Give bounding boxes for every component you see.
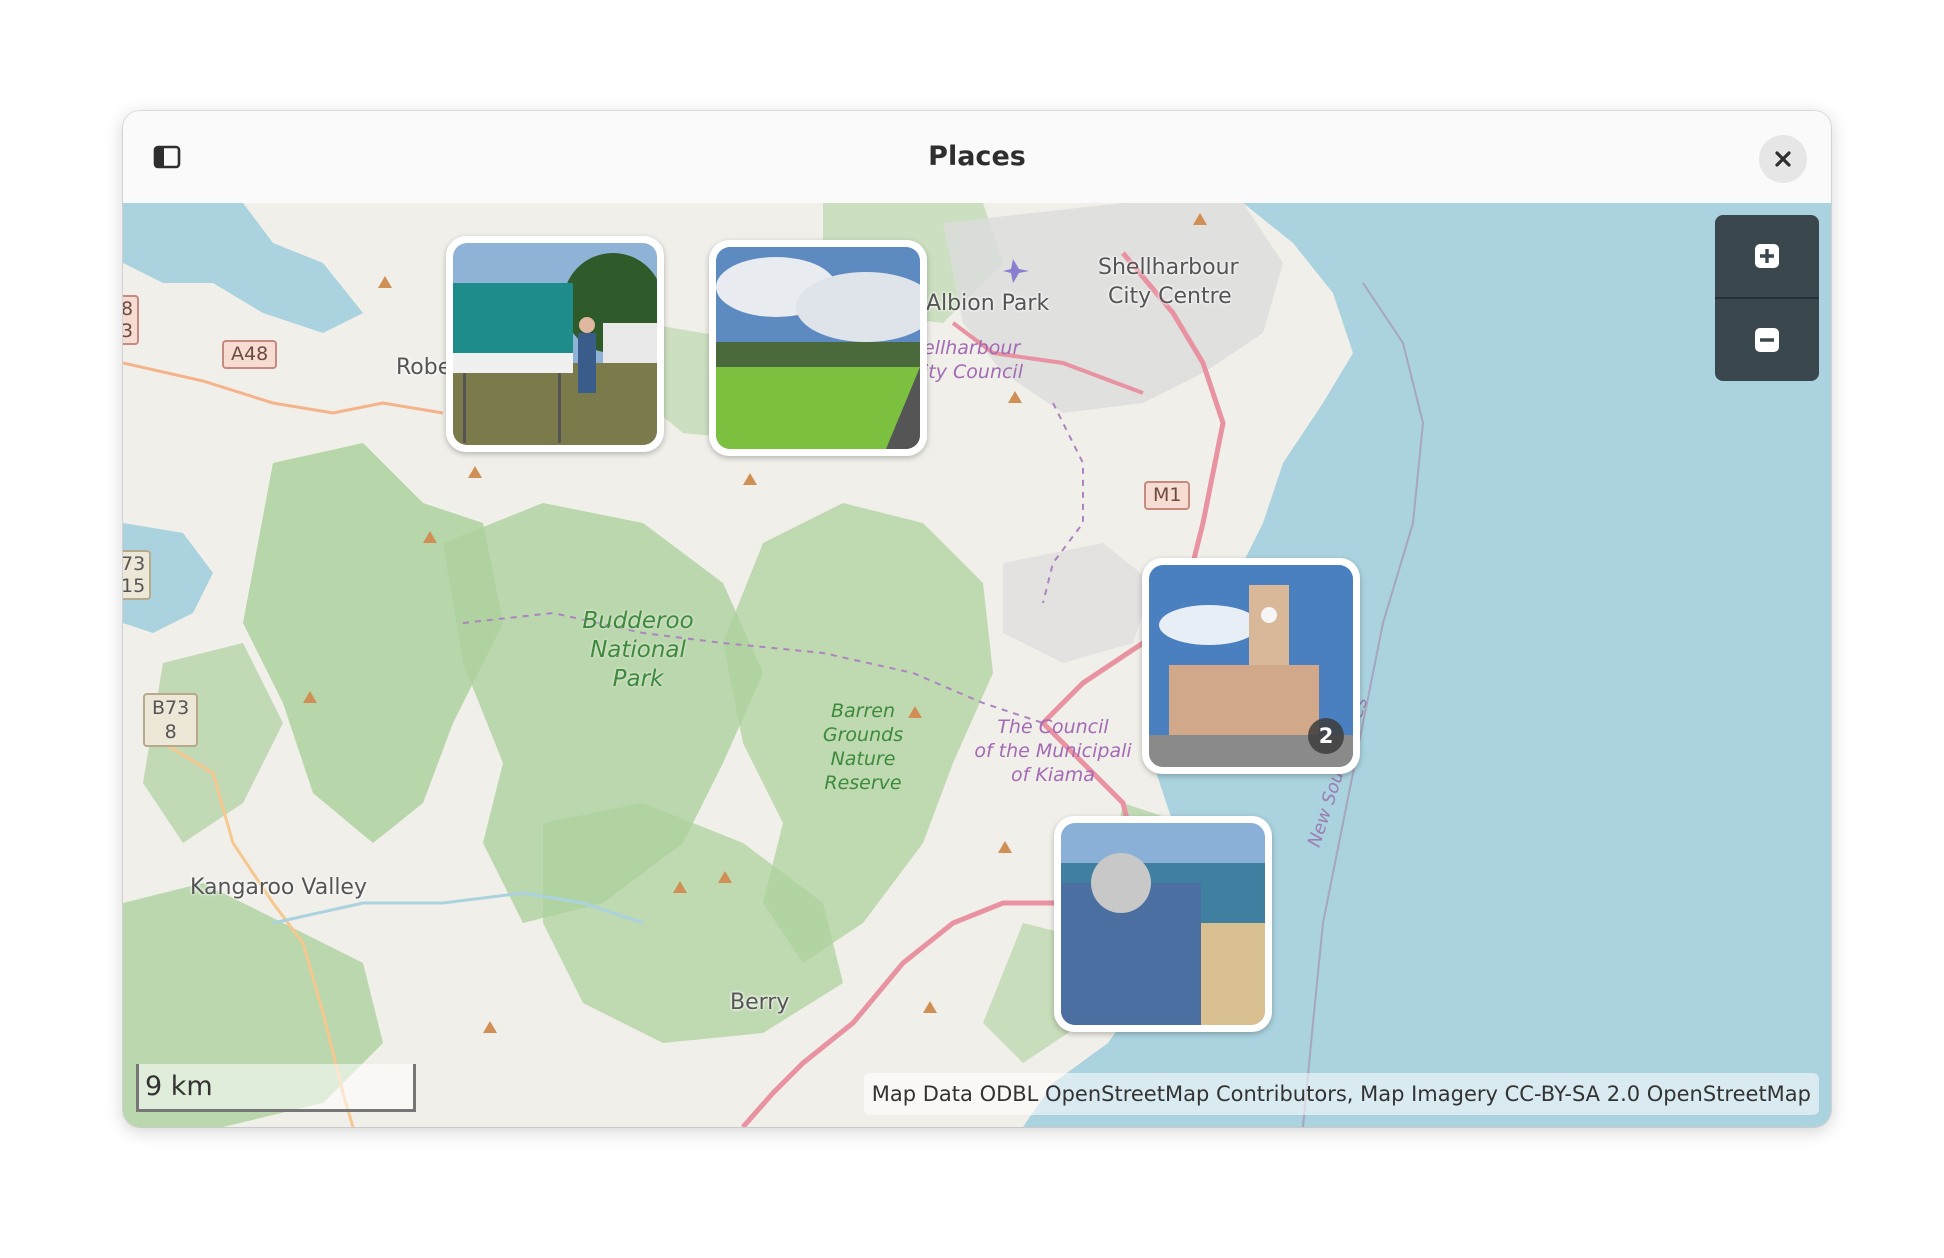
map-attribution: Map Data ODBL OpenStreetMap Contributors… <box>863 1073 1819 1115</box>
road-b73-sub: 8 <box>164 721 177 743</box>
zoom-out-button[interactable] <box>1715 299 1819 381</box>
road-left-top-1: 8 <box>123 298 134 320</box>
map-label-shellharbour-1: Shellharbour <box>1098 255 1239 280</box>
photo-marker-beach-binoculars[interactable] <box>1054 816 1272 1032</box>
zoom-in-button[interactable] <box>1715 215 1819 297</box>
map-scale: 9 km <box>136 1064 416 1112</box>
road-b73-label: B73 <box>152 697 190 719</box>
road-shield-left-mid: 73 15 <box>123 550 152 600</box>
photo-marker-southern-highlands[interactable] <box>446 236 664 452</box>
budderoo-line-3: Park <box>612 666 664 692</box>
kiama-line-2: of the Municipali <box>974 740 1132 762</box>
close-icon <box>1775 151 1791 167</box>
map-label-berry: Berry <box>730 990 790 1015</box>
road-left-top-2: 3 <box>123 320 134 342</box>
cluster-count-badge: 2 <box>1308 718 1344 754</box>
map-label-shellharbour-council-2: ity Council <box>923 361 1023 383</box>
map-label-robe: Robe <box>396 355 452 380</box>
barren-line-4: Reserve <box>824 772 902 794</box>
photo-thumbnail-beach <box>1061 823 1265 1025</box>
budderoo-line-2: National <box>590 637 686 663</box>
places-window: Places Albion Park Shellharbour City Cen… <box>123 111 1831 1127</box>
map-label-shellharbour-council-1: ellharbour <box>923 337 1021 359</box>
road-shield-m1: M1 <box>1144 481 1191 510</box>
barren-line-3: Nature <box>830 748 896 770</box>
map-label-shellharbour-2: City Centre <box>1108 284 1232 309</box>
road-shield-a48: A48 <box>222 340 278 369</box>
plus-icon <box>1755 244 1779 268</box>
minus-icon <box>1755 328 1779 352</box>
close-button[interactable] <box>1759 135 1807 183</box>
barren-line-2: Grounds <box>822 724 904 746</box>
photo-marker-kiama-clock-tower[interactable]: 2 <box>1142 558 1360 774</box>
photo-thumbnail-valley <box>716 247 920 449</box>
map-label-kiama-council: The Council of the Municipali of Kiama <box>953 715 1153 787</box>
road-left-mid-1: 73 <box>123 553 146 575</box>
budderoo-line-1: Budderoo <box>582 608 694 634</box>
map-label-albion-park: Albion Park <box>926 291 1050 316</box>
kiama-line-1: The Council <box>997 716 1109 738</box>
road-shield-left-top: 8 3 <box>123 295 140 345</box>
map-label-barren-grounds: Barren Grounds Nature Reserve <box>803 699 923 795</box>
photo-thumbnail-sign <box>453 243 657 445</box>
road-shield-b73: B73 8 <box>143 693 199 747</box>
window-title: Places <box>928 141 1026 172</box>
kiama-line-3: of Kiama <box>1011 764 1095 786</box>
barren-line-1: Barren <box>830 700 896 722</box>
map-view[interactable]: Albion Park Shellharbour City Centre ell… <box>123 203 1831 1127</box>
map-label-budderoo-national-park: Budderoo National Park <box>563 607 713 694</box>
zoom-controls <box>1715 215 1819 381</box>
header-bar: Places <box>123 111 1831 204</box>
photo-marker-green-valley[interactable] <box>709 240 927 456</box>
road-left-mid-2: 15 <box>123 575 146 597</box>
map-label-kangaroo-valley: Kangaroo Valley <box>190 875 367 900</box>
